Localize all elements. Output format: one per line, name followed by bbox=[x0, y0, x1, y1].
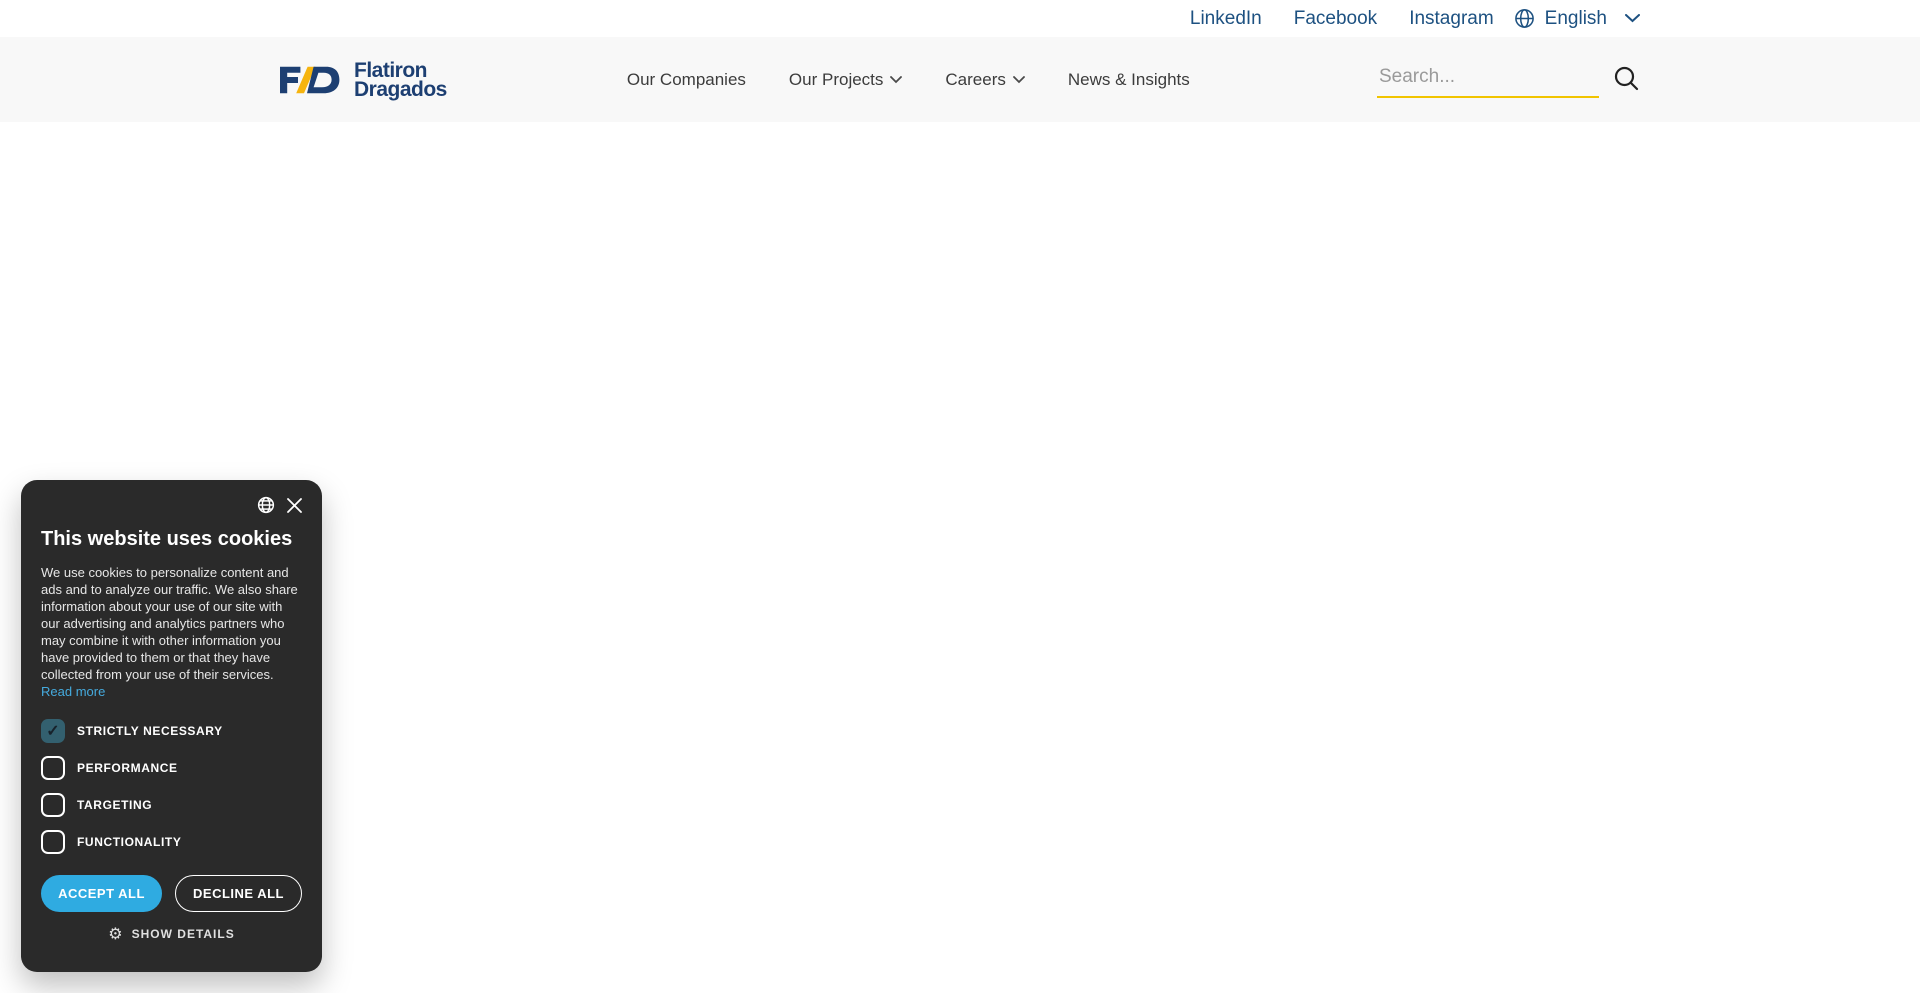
checkbox-unchecked[interactable] bbox=[41, 830, 65, 854]
checkbox-checked[interactable]: ✓ bbox=[41, 719, 65, 743]
logo[interactable]: Flatiron Dragados bbox=[280, 57, 447, 103]
cookie-category-targeting[interactable]: TARGETING bbox=[41, 793, 302, 817]
nav-item-careers[interactable]: Careers bbox=[945, 70, 1024, 90]
nav-item-our-projects[interactable]: Our Projects bbox=[789, 70, 902, 90]
search-area bbox=[1377, 62, 1640, 98]
cookie-dialog-title: This website uses cookies bbox=[41, 528, 302, 551]
nav-label: Our Companies bbox=[627, 70, 746, 90]
checkbox-unchecked[interactable] bbox=[41, 756, 65, 780]
language-label: English bbox=[1545, 8, 1607, 30]
gear-icon: ⚙ bbox=[108, 926, 122, 942]
category-label: STRICTLY NECESSARY bbox=[77, 724, 223, 738]
decline-all-button[interactable]: DECLINE ALL bbox=[175, 875, 302, 912]
category-label: TARGETING bbox=[77, 798, 152, 812]
nav-label: Our Projects bbox=[789, 70, 883, 90]
cookie-close-button[interactable] bbox=[287, 498, 302, 513]
category-label: PERFORMANCE bbox=[77, 761, 178, 775]
checkbox-unchecked[interactable] bbox=[41, 793, 65, 817]
nav-item-our-companies[interactable]: Our Companies bbox=[627, 70, 746, 90]
cookie-dialog-description: We use cookies to personalize content an… bbox=[41, 564, 302, 700]
linkedin-link[interactable]: LinkedIn bbox=[1190, 8, 1262, 30]
cookie-language-button[interactable] bbox=[257, 496, 275, 514]
search-button[interactable] bbox=[1613, 65, 1640, 98]
globe-icon bbox=[1514, 8, 1535, 29]
cookie-category-strictly-necessary[interactable]: ✓ STRICTLY NECESSARY bbox=[41, 719, 302, 743]
main-nav: Our Companies Our Projects Careers bbox=[627, 70, 1190, 90]
facebook-link[interactable]: Facebook bbox=[1294, 8, 1377, 30]
chevron-down-icon bbox=[1625, 14, 1640, 23]
topbar: LinkedIn Facebook Instagram English bbox=[0, 0, 1920, 37]
instagram-link[interactable]: Instagram bbox=[1409, 8, 1493, 30]
show-details-button[interactable]: ⚙ SHOW DETAILS bbox=[41, 926, 302, 942]
globe-icon bbox=[257, 496, 275, 514]
search-input[interactable] bbox=[1377, 62, 1599, 98]
chevron-down-icon bbox=[1013, 76, 1025, 84]
nav-label: News & Insights bbox=[1068, 70, 1190, 90]
cookie-category-functionality[interactable]: FUNCTIONALITY bbox=[41, 830, 302, 854]
nav-item-news-insights[interactable]: News & Insights bbox=[1068, 70, 1190, 90]
logo-text: Flatiron Dragados bbox=[354, 61, 447, 99]
cookie-consent-dialog: This website uses cookies We use cookies… bbox=[21, 480, 322, 972]
cookie-category-performance[interactable]: PERFORMANCE bbox=[41, 756, 302, 780]
site-header: Flatiron Dragados Our Companies Our Proj… bbox=[0, 37, 1920, 122]
search-icon bbox=[1613, 65, 1640, 92]
show-details-label: SHOW DETAILS bbox=[132, 927, 235, 941]
category-label: FUNCTIONALITY bbox=[77, 835, 181, 849]
chevron-down-icon bbox=[890, 76, 902, 84]
nav-label: Careers bbox=[945, 70, 1005, 90]
accept-all-button[interactable]: ACCEPT ALL bbox=[41, 875, 162, 912]
logo-mark-icon bbox=[280, 57, 340, 103]
close-icon bbox=[287, 498, 302, 513]
cookie-description-text: We use cookies to personalize content an… bbox=[41, 565, 298, 682]
language-selector[interactable]: English bbox=[1514, 8, 1640, 30]
read-more-link[interactable]: Read more bbox=[41, 684, 105, 699]
cookie-categories: ✓ STRICTLY NECESSARY PERFORMANCE TARGETI… bbox=[41, 719, 302, 854]
